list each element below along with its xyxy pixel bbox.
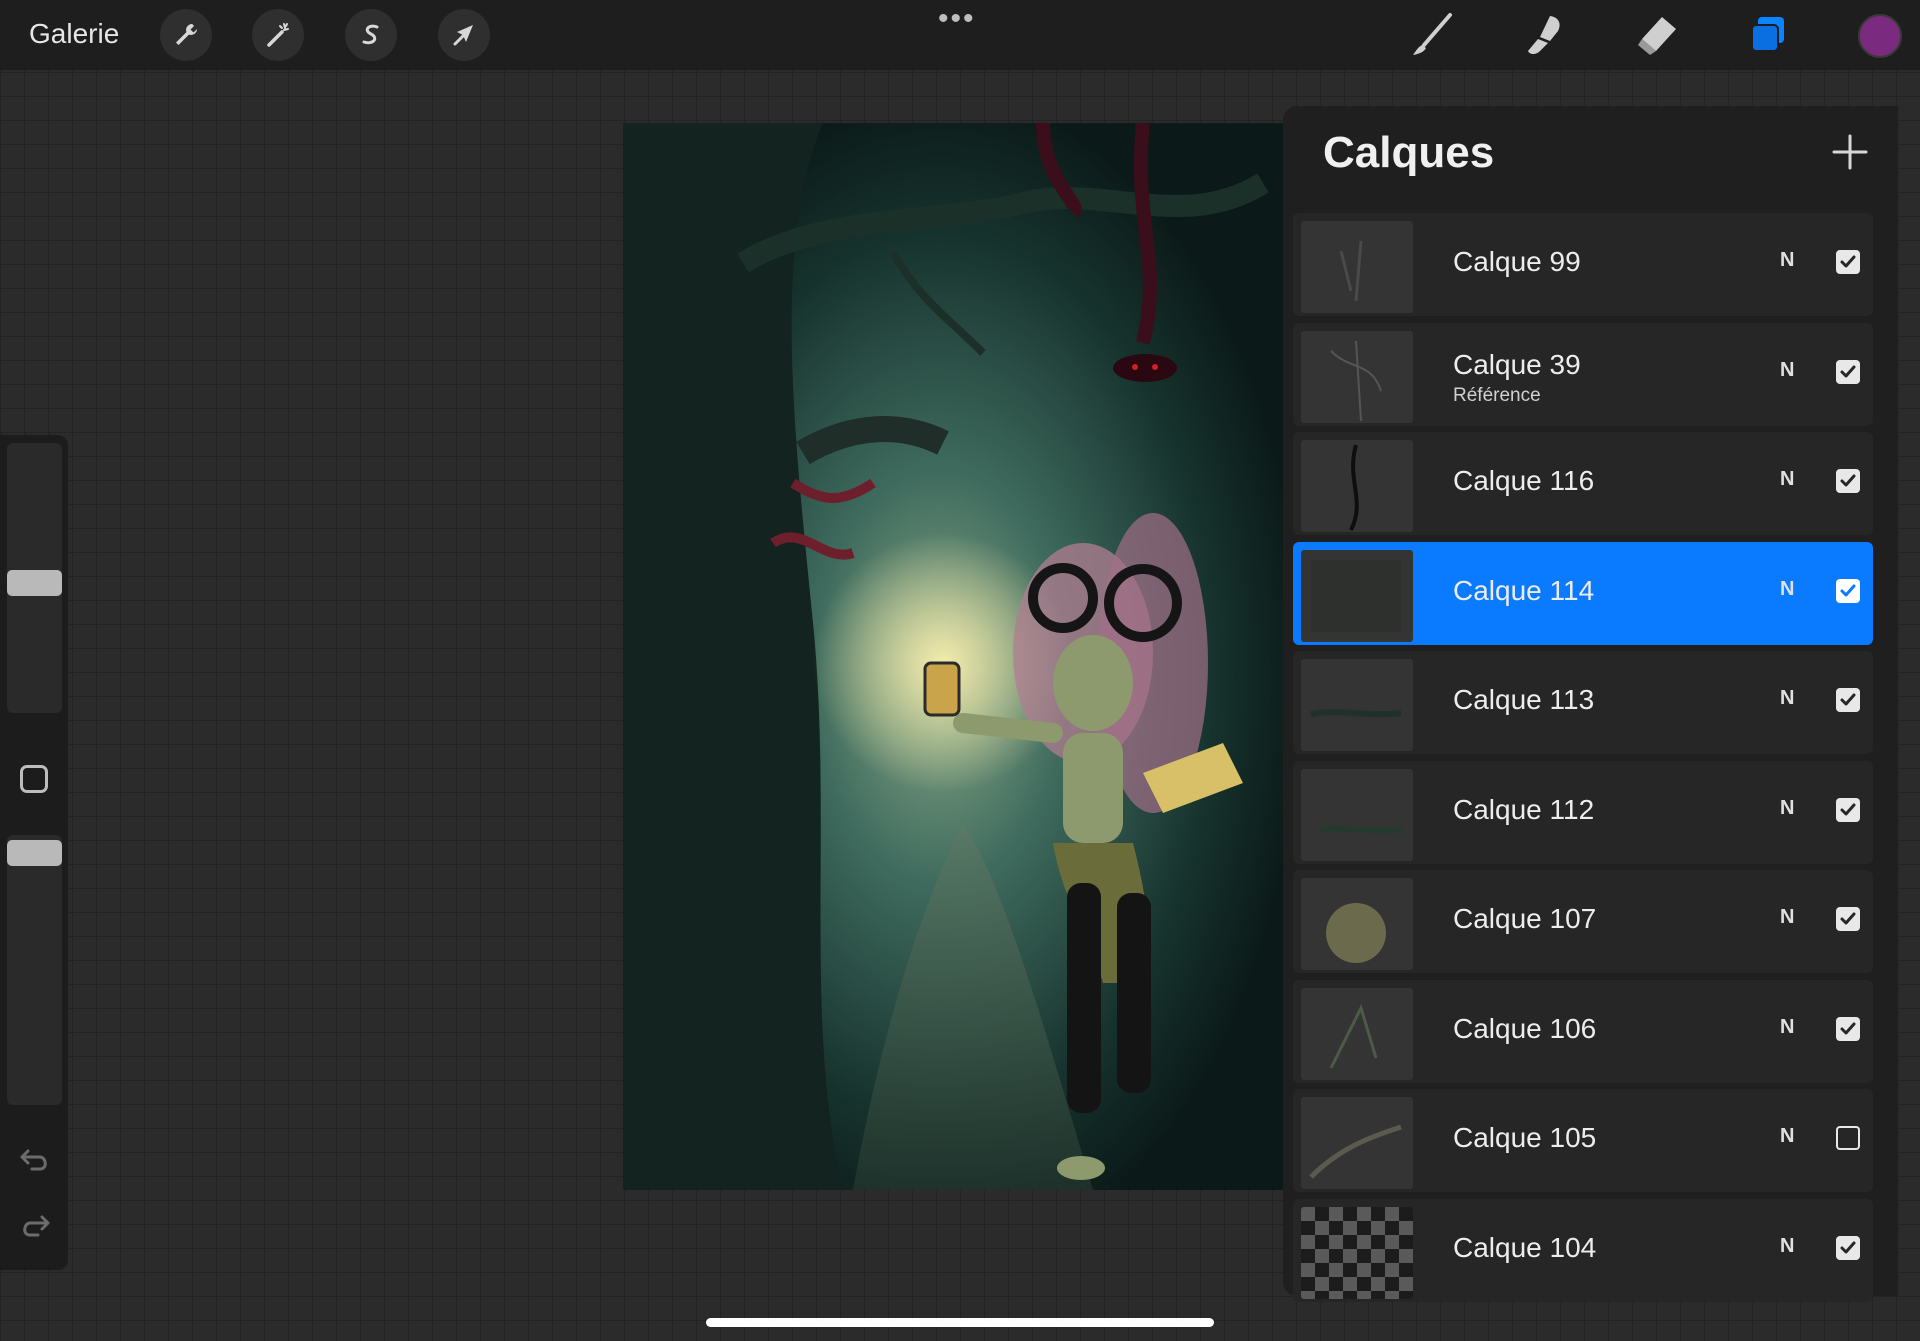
redo-icon xyxy=(23,1215,50,1237)
blend-mode-button[interactable]: N xyxy=(1780,578,1794,601)
layer-name: Calque 99 xyxy=(1453,246,1581,277)
layer-name: Calque 105 xyxy=(1453,1122,1597,1153)
layer-row[interactable]: Calque 112 N xyxy=(1293,760,1873,864)
layer-row[interactable]: Calque 106 N xyxy=(1293,979,1873,1083)
layer-thumbnail[interactable] xyxy=(1301,549,1413,642)
brush-icon xyxy=(1413,13,1452,55)
visibility-checkbox[interactable] xyxy=(1836,1126,1860,1150)
layer-name: Calque 107 xyxy=(1453,903,1597,934)
layer-row[interactable]: Calque 99 N xyxy=(1293,213,1873,316)
checkmark-icon xyxy=(1840,1022,1856,1034)
opacity-handle[interactable] xyxy=(7,839,62,866)
blend-mode-button[interactable]: N xyxy=(1780,1235,1794,1258)
artwork-canvas[interactable] xyxy=(623,123,1283,1190)
visibility-checkbox[interactable] xyxy=(1836,1016,1860,1041)
visibility-checkbox[interactable] xyxy=(1836,469,1860,493)
color-swatch[interactable] xyxy=(1858,14,1902,58)
eraser-tool[interactable] xyxy=(1631,10,1681,60)
visibility-checkbox[interactable] xyxy=(1836,250,1860,274)
undo-button[interactable] xyxy=(18,1145,52,1175)
adjustments-button[interactable] xyxy=(252,9,304,61)
gallery-button[interactable]: Galerie xyxy=(29,18,119,50)
checkmark-icon xyxy=(1840,255,1856,268)
layer-row[interactable]: Calque 114 N xyxy=(1293,541,1873,645)
layer-row[interactable]: Calque 39 Référence N xyxy=(1293,322,1873,426)
layer-row[interactable]: Calque 105 N xyxy=(1293,1089,1873,1192)
visibility-checkbox[interactable] xyxy=(1836,1235,1860,1260)
layer-row[interactable]: Calque 113 N xyxy=(1293,651,1873,754)
layer-row[interactable]: Calque 104 N xyxy=(1293,1198,1873,1302)
visibility-checkbox[interactable] xyxy=(1836,359,1860,384)
blend-mode-button[interactable]: N xyxy=(1780,249,1794,272)
checkmark-icon xyxy=(1840,474,1856,487)
blend-mode-button[interactable]: N xyxy=(1780,797,1794,820)
undo-icon xyxy=(20,1149,47,1171)
layer-row[interactable]: Calque 116 N xyxy=(1293,432,1873,535)
layer-name: Calque 113 xyxy=(1453,684,1595,715)
magic-wand-icon xyxy=(267,23,289,47)
more-options-button[interactable]: ••• xyxy=(938,4,976,34)
layer-name: Calque 114 xyxy=(1453,574,1595,606)
blend-mode-button[interactable]: N xyxy=(1780,1016,1794,1039)
selection-s-icon xyxy=(362,24,379,45)
transform-button[interactable] xyxy=(438,9,490,61)
blend-mode-button[interactable]: N xyxy=(1780,468,1794,491)
plus-icon xyxy=(1832,134,1868,170)
checkmark-icon xyxy=(1840,584,1856,596)
checkmark-icon xyxy=(1840,803,1856,815)
left-sidebar xyxy=(0,435,68,1270)
smudge-icon xyxy=(1528,16,1560,54)
checkmark-icon xyxy=(1840,365,1856,377)
add-layer-button[interactable] xyxy=(1828,130,1872,174)
blend-mode-button[interactable]: N xyxy=(1780,906,1794,929)
layer-name: Calque 104 xyxy=(1453,1231,1597,1263)
layer-thumbnail[interactable] xyxy=(1301,768,1413,861)
layer-name: Calque 116 xyxy=(1453,465,1595,496)
layer-name: Calque 39 xyxy=(1453,348,1581,380)
layer-thumbnail[interactable] xyxy=(1301,878,1413,970)
layer-name: Calque 106 xyxy=(1453,1012,1597,1044)
top-toolbar: Galerie ••• xyxy=(0,0,1920,70)
layer-thumbnail[interactable] xyxy=(1301,1097,1413,1189)
visibility-checkbox[interactable] xyxy=(1836,578,1860,603)
layers-icon xyxy=(1751,17,1784,52)
eraser-icon xyxy=(1638,17,1676,55)
layer-name: Calque 112 xyxy=(1453,793,1595,825)
visibility-checkbox[interactable] xyxy=(1836,797,1860,822)
layer-row[interactable]: Calque 107 N xyxy=(1293,870,1873,973)
visibility-checkbox[interactable] xyxy=(1836,907,1860,931)
layers-panel: Calques Calque 99 N Calque 39 Référence N Cal… xyxy=(1283,106,1898,1302)
layer-thumbnail[interactable] xyxy=(1301,659,1413,751)
blend-mode-button[interactable]: N xyxy=(1780,359,1794,382)
layer-thumbnail[interactable] xyxy=(1301,987,1413,1080)
blend-mode-button[interactable]: N xyxy=(1780,1125,1794,1148)
checkmark-icon xyxy=(1840,912,1856,925)
actions-button[interactable] xyxy=(160,9,212,61)
visibility-checkbox[interactable] xyxy=(1836,688,1860,712)
wrench-icon xyxy=(176,24,197,45)
smudge-tool[interactable] xyxy=(1519,10,1569,60)
home-indicator[interactable] xyxy=(706,1318,1214,1327)
modify-button[interactable] xyxy=(20,765,48,793)
transform-arrow-icon xyxy=(453,25,473,46)
checkmark-icon xyxy=(1840,693,1856,706)
layer-thumbnail[interactable] xyxy=(1301,330,1413,423)
brush-tool[interactable] xyxy=(1407,10,1457,60)
layer-thumbnail[interactable] xyxy=(1301,440,1413,532)
layer-thumbnail[interactable] xyxy=(1301,221,1413,313)
selection-button[interactable] xyxy=(345,9,397,61)
redo-button[interactable] xyxy=(18,1211,52,1241)
blend-mode-button[interactable]: N xyxy=(1780,687,1794,710)
layers-title: Calques xyxy=(1323,128,1495,177)
checkmark-icon xyxy=(1840,1241,1856,1253)
opacity-slider[interactable] xyxy=(7,835,62,1105)
artwork-image xyxy=(623,123,1283,1190)
brush-size-handle[interactable] xyxy=(7,569,62,596)
layer-thumbnail[interactable] xyxy=(1301,1206,1413,1299)
layers-tool[interactable] xyxy=(1743,10,1793,60)
layer-reference-label: Référence xyxy=(1453,384,1541,406)
